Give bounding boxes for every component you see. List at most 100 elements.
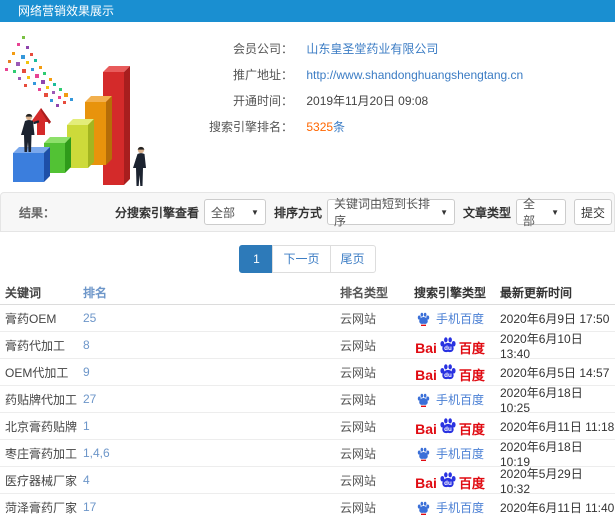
search-engine-cell: 手机百度 <box>400 391 500 408</box>
update-time-cell: 2020年6月11日 11:18 <box>500 419 615 434</box>
keyword-cell: 药贴牌代加工 <box>5 392 78 407</box>
keyword-cell: 北京膏药贴牌 <box>5 419 78 434</box>
engine-rank-count: 5325 <box>306 120 334 134</box>
header-rank: 排名 <box>83 286 108 300</box>
table-row: 药贴牌代加工 27 云网站 手机百度 2020年6月18日 10:25 <box>0 386 615 415</box>
rank-link[interactable]: 25 <box>83 311 340 325</box>
table-row: 膏药OEM 25 云网站 手机百度 2020年6月9日 17:50 <box>0 305 615 332</box>
sort-label: 排序方式 <box>273 205 322 220</box>
baidu-paw-icon <box>417 501 430 515</box>
table-row: 北京膏药贴牌 1 云网站 Bai du 百度 2020年6月11日 11:18 <box>0 413 615 440</box>
engine-rank-label: 搜索引擎排名： <box>208 120 293 134</box>
keyword-cell: 膏药OEM <box>5 311 57 326</box>
baidu-paw-icon <box>417 393 430 407</box>
table-row: 医疗器械厂家 4 云网站 Bai du 百度 2020年5月29日 10:32 <box>0 467 615 496</box>
promo-url-label: 推广地址： <box>232 68 293 82</box>
svg-text:du: du <box>444 480 452 487</box>
table-row: OEM代加工 9 云网站 Bai du 百度 2020年6月5日 14:57 <box>0 359 615 386</box>
mobile-baidu-logo: 手机百度 <box>416 499 484 516</box>
svg-text:du: du <box>444 345 452 352</box>
bar-yellow <box>67 119 94 168</box>
update-time-cell: 2020年6月11日 11:40 <box>500 500 615 515</box>
rank-type-cell: 云网站 <box>340 338 377 353</box>
company-info-fields: 会员公司： 山东皇圣堂药业有限公司 推广地址： http://www.shand… <box>185 30 615 190</box>
search-engine-cell: Bai du 百度 <box>400 362 500 382</box>
engine-view-select[interactable]: 全部 ▼ <box>203 199 266 225</box>
rank-link[interactable]: 1 <box>83 419 340 433</box>
confetti-dots <box>5 36 73 107</box>
search-engine-cell: 手机百度 <box>400 499 500 516</box>
baidu-logo: Bai du 百度 <box>415 362 485 382</box>
submit-button[interactable]: 提交 <box>574 199 612 225</box>
info-section: 会员公司： 山东皇圣堂药业有限公司 推广地址： http://www.shand… <box>0 30 615 190</box>
page-1-button[interactable]: 1 <box>239 245 274 273</box>
baidu-paw-icon: du <box>440 364 456 380</box>
sort-select[interactable]: 关键词由短到长排序 ▼ <box>326 197 455 228</box>
mobile-baidu-logo: 手机百度 <box>416 445 484 462</box>
rank-link[interactable]: 17 <box>83 500 340 514</box>
baidu-logo: Bai du 百度 <box>415 335 485 355</box>
member-company-label: 会员公司： <box>232 42 293 56</box>
keyword-cell: OEM代加工 <box>5 365 69 380</box>
chevron-down-icon: ▼ <box>551 207 559 217</box>
rank-link[interactable]: 27 <box>83 392 340 406</box>
chevron-down-icon: ▼ <box>251 207 259 217</box>
rank-type-cell: 云网站 <box>340 473 377 488</box>
baidu-paw-icon: du <box>440 418 456 434</box>
promo-url-link[interactable]: http://www.shandonghuangshengtang.cn <box>306 68 523 82</box>
article-type-select[interactable]: 全部 ▼ <box>516 197 566 228</box>
update-time-cell: 2020年6月9日 17:50 <box>500 311 610 326</box>
keyword-cell: 枣庄膏药加工 <box>5 446 78 461</box>
page-title: 网络营销效果展示 <box>18 4 115 18</box>
baidu-paw-icon <box>417 447 430 461</box>
pagination: 1 下一页 尾页 <box>0 245 615 273</box>
search-engine-cell: Bai du 百度 <box>400 416 500 436</box>
rank-type-cell: 云网站 <box>340 500 377 515</box>
rank-type-cell: 云网站 <box>340 419 377 434</box>
keyword-cell: 膏药代加工 <box>5 338 66 353</box>
rank-link[interactable]: 4 <box>83 473 340 487</box>
baidu-logo: Bai du 百度 <box>415 416 485 436</box>
chevron-down-icon: ▼ <box>440 207 448 217</box>
open-time-label: 开通时间： <box>232 94 293 108</box>
businessman-right <box>133 146 146 186</box>
search-engine-cell: 手机百度 <box>400 445 500 462</box>
next-page-button[interactable]: 下一页 <box>272 245 331 273</box>
header-rank-type: 排名类型 <box>340 286 389 300</box>
page: 网络营销效果展示 会员公司： 山东皇圣堂药业有限公司 推广地址： http://… <box>0 0 615 520</box>
last-page-button[interactable]: 尾页 <box>329 245 376 273</box>
rank-link[interactable]: 8 <box>83 338 340 352</box>
svg-text:du: du <box>444 426 452 433</box>
baidu-logo: Bai du 百度 <box>415 470 485 490</box>
promo-url-row: 推广地址： http://www.shandonghuangshengtang.… <box>185 62 615 88</box>
header-engine-type: 搜索引擎类型 <box>413 286 486 300</box>
filter-bar: 结果： 分搜索引擎查看 全部 ▼ 排序方式 关键词由短到长排序 ▼ 文章类型 全… <box>0 192 615 232</box>
rank-type-cell: 云网站 <box>340 392 377 407</box>
result-label: 结果： <box>19 205 56 220</box>
bar-chart-illustration <box>0 30 185 190</box>
rank-type-cell: 云网站 <box>340 365 377 380</box>
rank-link[interactable]: 1,4,6 <box>83 446 340 460</box>
article-type-label: 文章类型 <box>462 205 511 220</box>
engine-rank-unit: 条 <box>333 120 346 134</box>
baidu-paw-icon <box>417 312 430 326</box>
filter-controls: 分搜索引擎查看 全部 ▼ 排序方式 关键词由短到长排序 ▼ 文章类型 全部 ▼ … <box>107 197 612 228</box>
table-row: 菏泽膏药厂家 17 云网站 手机百度 2020年6月11日 11:40 <box>0 494 615 520</box>
sort-value: 关键词由短到长排序 <box>333 197 430 228</box>
update-time-cell: 2020年6月5日 14:57 <box>500 365 610 380</box>
baidu-paw-icon: du <box>440 337 456 353</box>
growth-chart-image <box>5 36 146 186</box>
header-keyword: 关键词 <box>5 286 42 300</box>
search-engine-cell: Bai du 百度 <box>400 470 500 490</box>
engine-view-label: 分搜索引擎查看 <box>114 205 199 220</box>
rank-link[interactable]: 9 <box>83 365 340 379</box>
member-company-link[interactable]: 山东皇圣堂药业有限公司 <box>306 42 438 56</box>
table-row: 膏药代加工 8 云网站 Bai du 百度 2020年6月10日 13:40 <box>0 332 615 361</box>
table-header-row: 关键词 排名 排名类型 搜索引擎类型 最新更新时间 <box>0 281 615 305</box>
mobile-baidu-logo: 手机百度 <box>416 391 484 408</box>
header-update-time: 最新更新时间 <box>500 286 573 300</box>
search-engine-cell: 手机百度 <box>400 310 500 327</box>
mobile-baidu-logo: 手机百度 <box>416 310 484 327</box>
article-type-value: 全部 <box>523 197 536 228</box>
svg-text:du: du <box>444 372 452 379</box>
